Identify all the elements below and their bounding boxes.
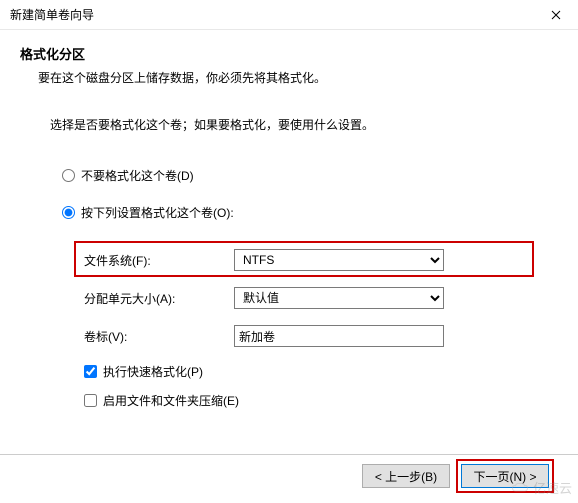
quick-format-checkbox[interactable] bbox=[84, 365, 97, 378]
page-title: 格式化分区 bbox=[20, 44, 558, 63]
compression-label: 启用文件和文件夹压缩(E) bbox=[103, 392, 239, 409]
radio-do-format-input[interactable] bbox=[62, 206, 75, 219]
volume-label-row: 卷标(V): bbox=[84, 325, 528, 347]
filesystem-highlight: 文件系统(F): NTFS bbox=[74, 241, 534, 277]
filesystem-row: 文件系统(F): NTFS bbox=[84, 249, 524, 271]
allocation-row: 分配单元大小(A): 默认值 bbox=[84, 287, 528, 309]
filesystem-select[interactable]: NTFS bbox=[234, 249, 444, 271]
radio-no-format-label: 不要格式化这个卷(D) bbox=[81, 167, 194, 184]
filesystem-label: 文件系统(F): bbox=[84, 252, 234, 269]
format-settings: 文件系统(F): NTFS 分配单元大小(A): 默认值 卷标(V): bbox=[84, 241, 528, 409]
radio-no-format-input[interactable] bbox=[62, 169, 75, 182]
close-button[interactable] bbox=[533, 0, 578, 30]
radio-do-format-label: 按下列设置格式化这个卷(O): bbox=[81, 204, 234, 221]
watermark-text: 亿速云 bbox=[533, 478, 572, 497]
window-title: 新建简单卷向导 bbox=[10, 6, 533, 23]
volume-label-text: 卷标(V): bbox=[84, 328, 234, 345]
compression-checkbox[interactable] bbox=[84, 394, 97, 407]
allocation-label: 分配单元大小(A): bbox=[84, 290, 234, 307]
radio-do-format[interactable]: 按下列设置格式化这个卷(O): bbox=[62, 204, 528, 221]
compression-row[interactable]: 启用文件和文件夹压缩(E) bbox=[84, 392, 528, 409]
allocation-select[interactable]: 默认值 bbox=[234, 287, 444, 309]
close-icon bbox=[551, 10, 561, 20]
title-bar: 新建简单卷向导 bbox=[0, 0, 578, 30]
radio-no-format[interactable]: 不要格式化这个卷(D) bbox=[62, 167, 528, 184]
quick-format-label: 执行快速格式化(P) bbox=[103, 363, 203, 380]
watermark: 亿速云 bbox=[511, 478, 572, 497]
cloud-icon bbox=[511, 482, 529, 494]
back-button[interactable]: < 上一步(B) bbox=[362, 464, 450, 488]
wizard-header: 格式化分区 要在这个磁盘分区上储存数据，你必须先将其格式化。 bbox=[0, 30, 578, 96]
footer-divider bbox=[0, 454, 578, 455]
quick-format-row[interactable]: 执行快速格式化(P) bbox=[84, 363, 528, 380]
wizard-body: 选择是否要格式化这个卷；如果要格式化，要使用什么设置。 不要格式化这个卷(D) … bbox=[0, 96, 578, 431]
volume-label-input[interactable] bbox=[234, 325, 444, 347]
instruction-text: 选择是否要格式化这个卷；如果要格式化，要使用什么设置。 bbox=[50, 116, 528, 133]
page-subtitle: 要在这个磁盘分区上储存数据，你必须先将其格式化。 bbox=[20, 69, 558, 86]
